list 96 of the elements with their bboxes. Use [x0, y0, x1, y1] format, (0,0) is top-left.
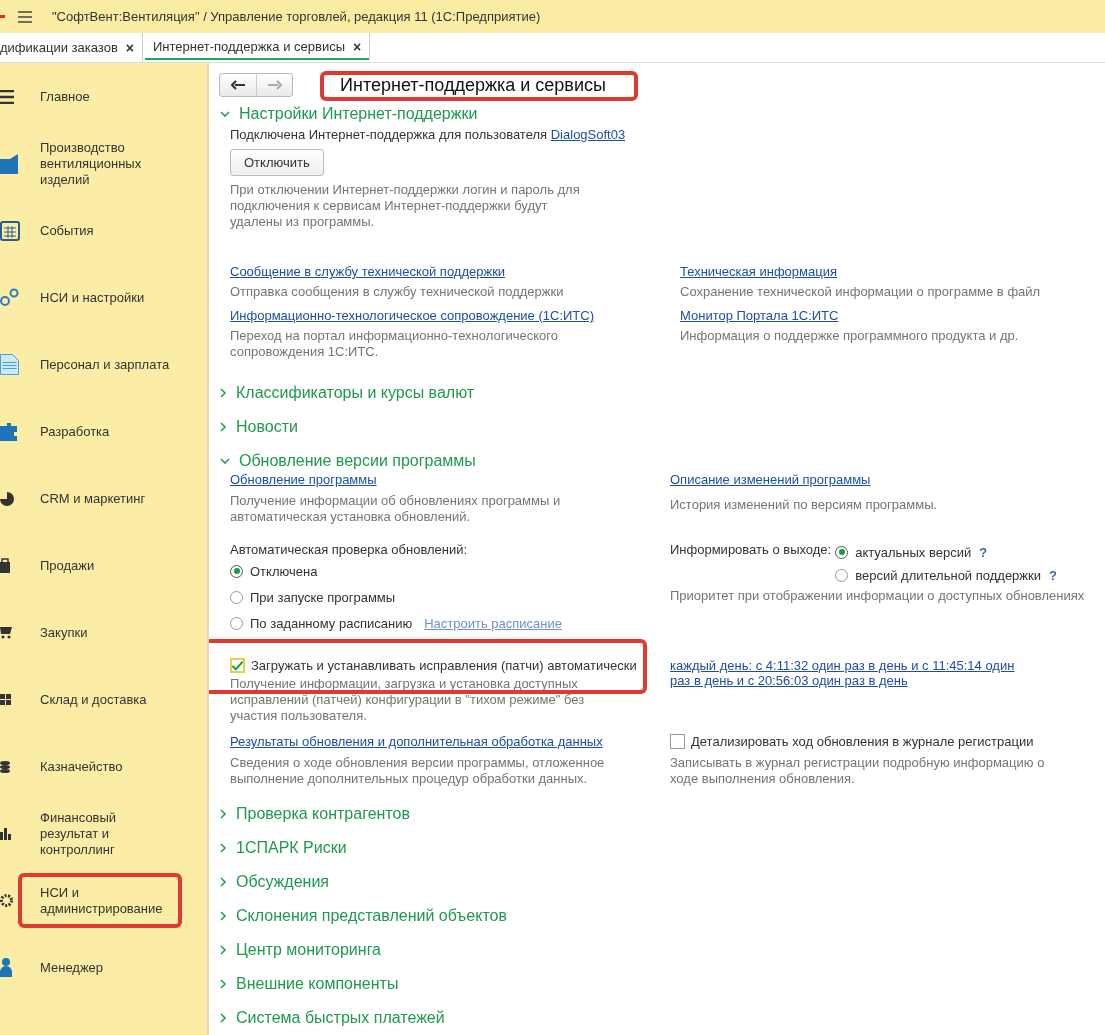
section-header[interactable]: Новости	[219, 410, 298, 444]
gear-icon	[0, 894, 13, 907]
sidebar-item[interactable]: Продажи	[18, 546, 182, 585]
sidebar-item[interactable]: CRM и маркетинг	[18, 479, 182, 518]
sidebar-item[interactable]: Финансовый результат и контроллинг	[18, 798, 182, 869]
disconnect-button[interactable]: Отключить	[230, 149, 324, 176]
radio-option[interactable]: актуальных версий	[835, 544, 972, 560]
chevron-down-icon	[220, 110, 230, 118]
window-title: "СофтВент:Вентиляция" / Управление торговлей, редакция 11 (1С:Предприятие)	[52, 9, 541, 24]
link-description: Сохранение технической информации о программе в файл	[680, 284, 1042, 300]
checkmark-icon	[232, 660, 243, 671]
section-header[interactable]: Система быстрых платежей	[219, 1001, 445, 1035]
service-link[interactable]: Монитор Портала 1С:ИТС	[680, 308, 839, 323]
sidebar-item[interactable]: Персонал и зарплата	[18, 345, 182, 384]
calendar-icon	[0, 220, 20, 241]
changes-link[interactable]: Описание изменений программы	[670, 472, 871, 487]
menu-icon	[0, 89, 14, 104]
service-link[interactable]: Информационно-технологическое сопровождение (1С:ИТС)	[230, 308, 595, 323]
radio-option[interactable]: Отключена	[230, 563, 318, 579]
arrow-left-icon	[231, 80, 245, 90]
arrow-right-icon	[267, 80, 282, 90]
chevron-right-icon	[220, 877, 227, 887]
chevron-right-icon	[220, 911, 227, 921]
link-description: Информация о поддержке программного продукта и др.	[680, 328, 1020, 344]
chevron-right-icon	[220, 809, 227, 819]
radio-circle[interactable]	[230, 616, 243, 630]
puzzle-icon	[0, 422, 17, 441]
cart-icon	[0, 626, 12, 639]
chevron-right-icon	[220, 843, 227, 853]
sidebar-item[interactable]: Казначейство	[18, 747, 182, 786]
sidebar-item[interactable]: Менеджер	[18, 948, 182, 987]
results-link[interactable]: Результаты обновления и дополнительная обработка данных	[230, 734, 603, 749]
option-description: Записывать в журнал регистрации подробную информацию о ходе выполнения обновления.	[670, 755, 1046, 787]
help-icon[interactable]: ?	[979, 544, 988, 560]
sidebar-item[interactable]: НСИ и администрирование	[18, 873, 182, 928]
checkbox[interactable]: Детализировать ход обновления в журнале регистрации	[670, 734, 1034, 749]
section-header[interactable]: 1СПАРК Риски	[219, 831, 347, 865]
schedule-link[interactable]: каждый день: с 4:11:32 один раз в день и с 11:45:14 один раз в день и с 20:56:03 один раз в день	[670, 658, 1025, 688]
section-header[interactable]: Проверка контрагентов	[219, 797, 410, 831]
close-icon[interactable]: ×	[125, 39, 134, 56]
section-header[interactable]: Классификаторы и курсы валют	[219, 376, 475, 410]
building-icon	[0, 153, 18, 174]
radio-circle[interactable]	[835, 568, 849, 582]
section-header[interactable]: Обсуждения	[219, 865, 329, 899]
field-label: Информировать о выходе:	[670, 542, 832, 558]
service-link[interactable]: Техническая информация	[680, 264, 837, 279]
radio-option[interactable]: По заданному расписанию	[230, 615, 413, 631]
sidebar-item[interactable]: Главное	[18, 77, 182, 116]
note-text: При отключении Интернет-поддержки логин и пароль для подключения к сервисам Интернет-поддержки будут удалены из программы.	[230, 182, 581, 230]
sidebar-item[interactable]: Закупки	[18, 613, 182, 652]
sidebar-item[interactable]: Разработка	[18, 412, 182, 451]
grid-icon	[0, 694, 11, 705]
radio-circle[interactable]	[230, 564, 243, 578]
chevron-down-icon	[220, 457, 230, 465]
person-icon	[0, 958, 12, 977]
link-description: Переход на портал информационно-технологического сопровождения 1С:ИТС.	[230, 328, 559, 360]
section-header[interactable]: Склонения представлений объектов	[219, 899, 507, 933]
link-description: Отправка сообщения в службу технической поддержки	[230, 284, 565, 300]
pie-chart-icon	[0, 491, 14, 506]
chevron-right-icon	[220, 1013, 227, 1023]
app-logo-icon	[0, 15, 5, 18]
gears-icon	[0, 288, 19, 307]
close-icon[interactable]: ×	[353, 38, 362, 55]
radio-circle[interactable]	[835, 545, 849, 559]
chevron-right-icon	[220, 979, 227, 989]
chevron-right-icon	[220, 422, 227, 432]
sidebar-item[interactable]: События	[18, 211, 182, 250]
link-description: Сведения о ходе обновления версии программы, отложенное выполнение дополнительных процедур обработки данных.	[230, 755, 606, 787]
section-header[interactable]: Центр мониторинга	[219, 933, 381, 967]
sidebar-item[interactable]: Склад и доставка	[18, 680, 182, 719]
radio-option[interactable]: При запуске программы	[230, 589, 396, 605]
bar-chart-icon	[0, 827, 11, 840]
tab[interactable]: Интернет-поддержка и сервисы ×	[145, 33, 371, 60]
radio-circle[interactable]	[230, 590, 243, 604]
bag-icon	[0, 558, 10, 573]
coins-icon	[0, 760, 10, 773]
field-label: Автоматическая проверка обновлений:	[230, 542, 468, 558]
checkbox[interactable]: Загружать и устанавливать исправления (патчи) автоматически	[230, 658, 637, 673]
option-description: Приоритет при отображении информации о доступных обновлениях	[670, 588, 1085, 604]
update-link[interactable]: Обновление программы	[230, 472, 377, 487]
menu-icon[interactable]	[18, 10, 32, 23]
section-header[interactable]: Внешние компоненты	[219, 967, 399, 1001]
help-icon[interactable]: ?	[1049, 567, 1057, 583]
page-title: Интернет-поддержка и сервисы	[339, 74, 607, 96]
sidebar-item[interactable]: Производство вентиляционных изделий	[18, 128, 182, 199]
link-description: Получение информации об обновлениях программы и автоматическая установка обновлений.	[230, 493, 562, 525]
sidebar-item[interactable]: НСИ и настройки	[18, 278, 182, 317]
document-icon	[0, 354, 19, 375]
tab[interactable]: дификации заказов ×	[0, 33, 143, 62]
chevron-right-icon	[220, 945, 227, 955]
option-description: Получение информации, загрузка и установка доступных исправлений (патчей) конфигурации в "тихом режиме" без участия пользователя.	[230, 676, 585, 724]
link-description: История изменений по версиям программы.	[670, 497, 938, 513]
user-link[interactable]: DialogSoft03	[550, 127, 626, 142]
radio-option[interactable]: версий длительной поддержки	[835, 567, 1041, 583]
service-link[interactable]: Сообщение в службу технической поддержки	[230, 264, 506, 279]
chevron-right-icon	[220, 388, 227, 398]
